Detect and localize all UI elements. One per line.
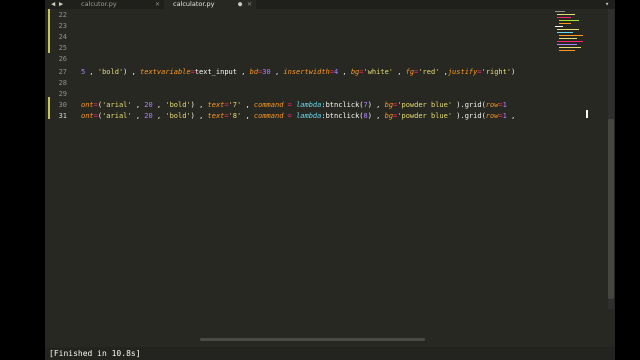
line-number: 27 [58, 68, 67, 76]
code-token: , [506, 112, 516, 120]
horizontal-scrollbar-thumb[interactable] [200, 338, 425, 341]
code-token: command [253, 112, 284, 120]
modified-dot-icon: ● [238, 0, 243, 8]
code-token: command [253, 101, 284, 109]
code-line-30: ont=('arial' , 20 , 'bold') , text='7' ,… [81, 101, 507, 109]
line-number: 25 [58, 44, 67, 52]
code-token: ) , [190, 112, 208, 120]
code-token: '8' [228, 112, 242, 120]
code-token: 'arial' [102, 101, 132, 109]
code-token: ) [511, 68, 516, 76]
code-token: ) , [123, 68, 141, 76]
code-token: , [338, 68, 351, 76]
line-number: 23 [58, 22, 67, 30]
code-token: bg [384, 101, 394, 109]
build-output-text: [Finished in 10.8s] [49, 349, 141, 358]
code-token: = [283, 101, 297, 109]
code-token: = [283, 112, 297, 120]
text-cursor [586, 110, 588, 118]
code-token: , [270, 68, 284, 76]
code-token: , [131, 112, 145, 120]
code-token: 'powder blue' [397, 112, 453, 120]
code-token: row [485, 101, 499, 109]
vertical-scrollbar-thumb[interactable] [608, 119, 614, 299]
line-gutter: 22 23 24 25 26 27 28 29 30 31 [45, 9, 81, 339]
code-token: 20 [144, 101, 153, 109]
code-area[interactable]: 5 , 'bold') , textvariable=text_input , … [81, 9, 589, 339]
code-token: ) , [190, 101, 208, 109]
line-number: 24 [58, 33, 67, 41]
build-output-panel: [Finished in 10.8s] [45, 347, 615, 360]
code-token: :btnclick( [321, 112, 364, 120]
code-token: ont [81, 101, 94, 109]
code-token: ).grid( [452, 101, 486, 109]
code-token: , [241, 101, 254, 109]
code-token: :btnclick( [321, 101, 364, 109]
code-token: row [485, 112, 499, 120]
code-token: , [439, 68, 448, 76]
tab-calcutor[interactable]: calcutor.py ✕ [72, 0, 164, 9]
code-token: text_input [194, 68, 237, 76]
back-icon[interactable]: ◀ [51, 0, 55, 9]
code-token: 'white' [363, 68, 394, 76]
code-token: , [152, 112, 166, 120]
code-token: textvariable [140, 68, 191, 76]
line-number: 30 [58, 101, 67, 109]
code-token: , [393, 68, 406, 76]
code-token: text [207, 101, 225, 109]
code-token: lambda [296, 112, 322, 120]
code-token: , [85, 68, 98, 76]
code-token: '7' [228, 101, 242, 109]
line-number-current: 31 [58, 112, 67, 120]
code-token: insertwidth [283, 68, 330, 76]
code-token: 'bold' [165, 112, 191, 120]
code-token: 'right' [481, 68, 512, 76]
code-token: ) , [367, 112, 385, 120]
line-number: 22 [58, 11, 67, 19]
code-token: 1 [502, 101, 507, 109]
code-line-27: 5 , 'bold') , textvariable=text_input , … [81, 68, 515, 76]
code-token: lambda [296, 101, 322, 109]
tab-label: calculator.py [173, 0, 215, 8]
line-number: 28 [58, 79, 67, 87]
code-line-31: ont=('arial' , 20 , 'bold') , text='8' ,… [81, 112, 515, 120]
code-token: , [131, 101, 145, 109]
code-token: 'bold' [97, 68, 124, 76]
code-token: bd [249, 68, 259, 76]
code-token: text [207, 112, 225, 120]
code-token: 'arial' [102, 112, 132, 120]
close-icon[interactable]: ✕ [247, 0, 252, 9]
line-number: 26 [58, 55, 67, 63]
close-icon[interactable]: ✕ [155, 0, 160, 9]
code-token: justify [447, 68, 478, 76]
code-token: , [236, 68, 250, 76]
code-token: 'powder blue' [397, 101, 453, 109]
line-number: 29 [58, 90, 67, 98]
code-token: bg [384, 112, 394, 120]
code-token: 30 [262, 68, 271, 76]
code-token: ont [81, 112, 94, 120]
code-token: 'bold' [165, 101, 191, 109]
code-token: , [241, 112, 254, 120]
editor-window: ◀ ▶ calcutor.py ✕ calculator.py ✕ ● ▾ 22… [45, 0, 615, 360]
tab-menu-icon[interactable]: ▾ [605, 0, 609, 9]
tab-label: calcutor.py [81, 0, 117, 8]
code-token: ).grid( [452, 112, 486, 120]
code-token: 'red' [418, 68, 440, 76]
tab-bar: ◀ ▶ calcutor.py ✕ calculator.py ✕ ● ▾ [45, 0, 615, 9]
code-token: , [152, 101, 166, 109]
minimap[interactable] [553, 9, 605, 69]
code-token: 20 [144, 112, 153, 120]
code-token: ) , [367, 101, 385, 109]
forward-icon[interactable]: ▶ [59, 0, 63, 9]
code-token: fg [405, 68, 415, 76]
vertical-scrollbar[interactable] [608, 9, 614, 309]
